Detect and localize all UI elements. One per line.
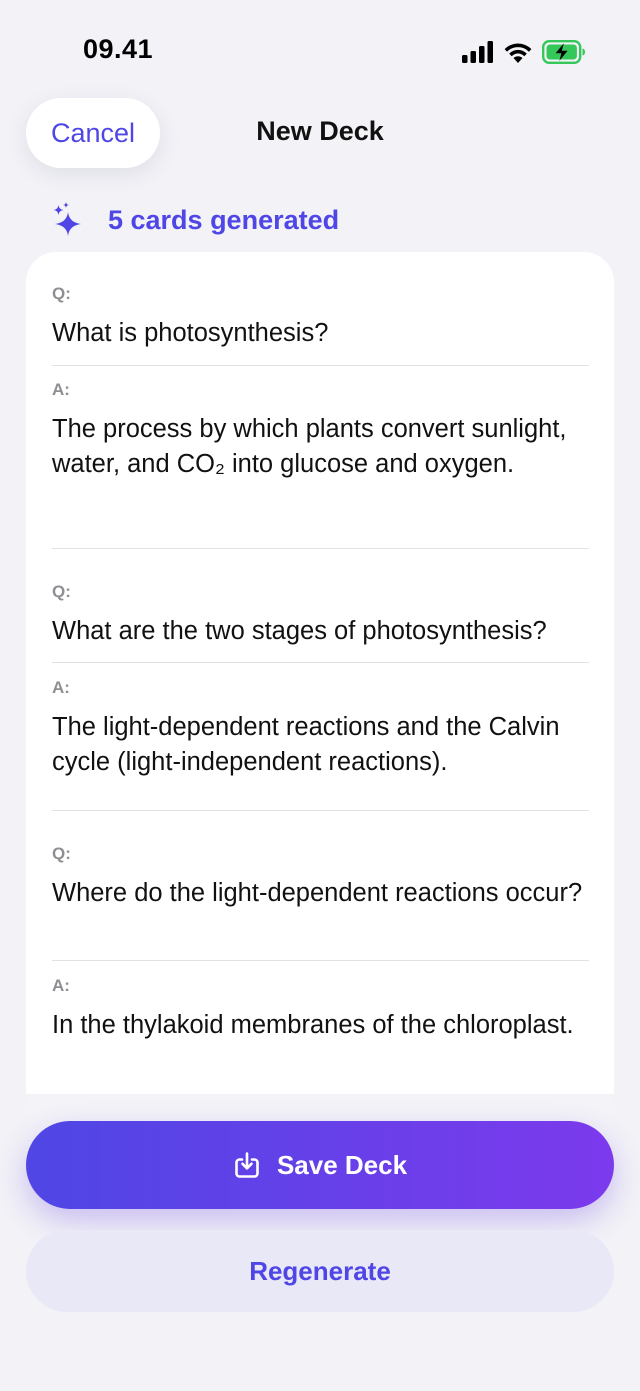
nav-bar: Cancel New Deck xyxy=(0,98,640,170)
page-title: New Deck xyxy=(256,116,384,146)
answer-block: A: In the thylakoid membranes of the chl… xyxy=(52,976,589,1043)
battery-charging-icon xyxy=(542,40,586,64)
card-divider xyxy=(52,548,589,549)
answer-text[interactable]: The process by which plants convert sunl… xyxy=(52,412,589,482)
sparkles-icon xyxy=(52,202,82,238)
question-block: Q: What is photosynthesis? xyxy=(52,284,589,351)
question-text[interactable]: What are the two stages of photosynthesi… xyxy=(52,614,589,649)
regenerate-button[interactable]: Regenerate xyxy=(26,1230,614,1312)
question-label: Q: xyxy=(52,284,71,303)
question-text[interactable]: Where do the light-dependent reactions o… xyxy=(52,876,589,911)
question-label: Q: xyxy=(52,844,71,863)
question-text[interactable]: What is photosynthesis? xyxy=(52,316,589,351)
cellular-signal-icon xyxy=(462,41,494,63)
save-deck-button[interactable]: Save Deck xyxy=(26,1121,614,1209)
divider xyxy=(52,662,589,663)
question-block: Q: What are the two stages of photosynth… xyxy=(52,582,589,649)
answer-label: A: xyxy=(52,976,70,995)
question-block: Q: Where do the light-dependent reaction… xyxy=(52,844,589,911)
generation-count-text: 5 cards generated xyxy=(108,204,340,235)
answer-text[interactable]: In the thylakoid membranes of the chloro… xyxy=(52,1008,589,1043)
status-bar: 09.41 xyxy=(0,0,640,100)
download-tray-icon xyxy=(233,1151,277,1179)
answer-text[interactable]: The light-dependent reactions and the Ca… xyxy=(52,710,589,780)
card-divider xyxy=(52,810,589,811)
answer-label: A: xyxy=(52,380,70,399)
generation-status: 5 cards generated xyxy=(52,200,339,240)
divider xyxy=(52,365,589,366)
flashcard-list[interactable]: Q: What is photosynthesis? A: The proces… xyxy=(26,252,614,1152)
save-deck-label: Save Deck xyxy=(276,1149,408,1180)
status-time: 09.41 xyxy=(83,34,154,64)
answer-block: A: The process by which plants convert s… xyxy=(52,380,589,482)
divider xyxy=(52,960,589,961)
question-label: Q: xyxy=(52,582,71,601)
answer-block: A: The light-dependent reactions and the… xyxy=(52,678,589,780)
answer-label: A: xyxy=(52,678,70,697)
wifi-icon xyxy=(504,41,532,63)
status-icons xyxy=(462,38,586,66)
